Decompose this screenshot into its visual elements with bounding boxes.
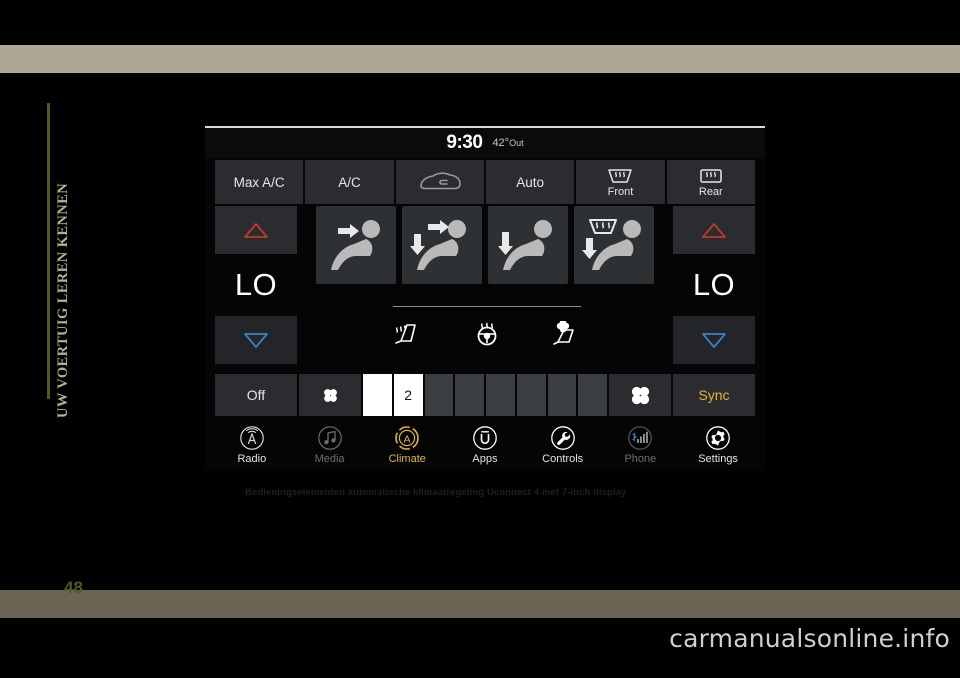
nav-label-media: Media xyxy=(314,453,345,465)
side-tab: UW VOERTUIG LEREN KENNEN xyxy=(52,118,76,418)
fan-bar-8[interactable] xyxy=(578,374,607,416)
uconnect-screen: 9:30 42°Out Max A/C A/C Auto Front Rear … xyxy=(205,126,765,471)
left-temperature-column: LO xyxy=(215,206,297,392)
nav-label-radio: Radio xyxy=(237,453,267,465)
nav-item-radio[interactable]: Radio xyxy=(219,425,285,465)
figure-caption: Bedieningselementen automatische klimaat… xyxy=(245,487,627,498)
fan-increase-button[interactable] xyxy=(609,374,671,416)
left-temp-value: LO xyxy=(234,267,278,302)
seat-face-floor-vent-icon xyxy=(410,220,466,270)
fan-level-bars[interactable]: 2 xyxy=(363,374,607,416)
comfort-divider xyxy=(393,306,581,307)
outside-temp-value: 42° xyxy=(492,137,510,149)
mode-face-button[interactable] xyxy=(316,206,396,284)
nav-label-phone: Phone xyxy=(624,453,657,465)
svg-text:A: A xyxy=(404,433,411,445)
bluetooth-signal-icon xyxy=(628,426,653,450)
right-temperature-column: LO xyxy=(673,206,755,392)
clock: 9:30 xyxy=(446,132,483,153)
heated-seat-icon[interactable] xyxy=(393,321,423,347)
fan-bar-2[interactable]: 2 xyxy=(393,374,423,416)
nav-label-climate: Climate xyxy=(388,453,426,465)
watermark: carmanualsonline.info xyxy=(669,624,950,653)
nav-item-apps[interactable]: Apps xyxy=(452,425,518,465)
gear-icon xyxy=(706,426,730,450)
fan-bar-5[interactable] xyxy=(486,374,515,416)
seat-floor-vent-icon xyxy=(498,220,552,270)
left-temp-down-button[interactable] xyxy=(215,316,297,364)
recirculation-car-icon xyxy=(420,172,461,190)
nav-label-settings: Settings xyxy=(698,453,738,465)
nav-item-settings[interactable]: Settings xyxy=(685,425,751,465)
seat-floor-defrost-icon xyxy=(582,219,641,270)
airflow-mode-row xyxy=(307,206,663,296)
fan-speed-row: Off 2 Sync xyxy=(215,374,755,416)
fan-off-label: Off xyxy=(246,387,266,403)
page-number: 48 xyxy=(64,578,83,597)
left-temp-up-button[interactable] xyxy=(215,206,297,254)
ac-button[interactable]: A/C xyxy=(305,160,394,204)
function-row: Max A/C A/C Auto Front Rear xyxy=(215,160,755,204)
mode-floor-button[interactable] xyxy=(488,206,568,284)
fan-bar-4[interactable] xyxy=(455,374,484,416)
climate-middle-zone: LO LO xyxy=(215,206,755,392)
right-temp-value: LO xyxy=(692,267,736,302)
nav-item-phone[interactable]: Phone xyxy=(607,425,673,465)
fan-small-icon xyxy=(323,388,337,402)
music-note-icon xyxy=(317,426,342,450)
ventilated-seat-icon[interactable] xyxy=(551,321,581,347)
front-defrost-button[interactable]: Front xyxy=(576,160,665,204)
nav-item-climate[interactable]: A Climate xyxy=(374,425,440,465)
recirculation-button[interactable] xyxy=(395,160,484,204)
heated-steering-wheel-icon[interactable] xyxy=(472,321,502,347)
triangle-up-icon xyxy=(244,222,268,238)
fan-bar-3[interactable] xyxy=(424,374,454,416)
top-color-band xyxy=(0,45,960,73)
radio-tower-icon xyxy=(240,426,264,450)
outside-temp-label: Out xyxy=(509,138,524,148)
fan-bar-7[interactable] xyxy=(547,374,577,416)
climate-auto-icon: A xyxy=(395,426,420,450)
front-defrost-label: Front xyxy=(607,185,634,198)
auto-label: Auto xyxy=(516,174,545,190)
nav-label-controls: Controls xyxy=(542,453,584,465)
bottom-color-band xyxy=(0,590,960,618)
side-tab-label: UW VOERTUIG LEREN KENNEN xyxy=(55,182,71,418)
front-defrost-icon xyxy=(608,168,633,183)
triangle-down-icon xyxy=(244,332,268,348)
right-temp-up-button[interactable] xyxy=(673,206,755,254)
fan-large-icon xyxy=(631,386,649,404)
mode-face-floor-button[interactable] xyxy=(402,206,482,284)
fan-decrease-button[interactable] xyxy=(299,374,361,416)
seat-face-vent-icon xyxy=(331,220,380,270)
outside-temperature: 42°Out xyxy=(492,137,523,149)
mode-floor-defrost-button[interactable] xyxy=(574,206,654,284)
triangle-up-icon xyxy=(702,222,726,238)
bottom-navigation: Radio Media A Climate Apps Controls Phon… xyxy=(213,422,757,468)
right-temp-down-button[interactable] xyxy=(673,316,755,364)
sync-label: Sync xyxy=(698,387,730,403)
max-ac-button[interactable]: Max A/C xyxy=(215,160,304,204)
triangle-down-icon xyxy=(702,332,726,348)
max-ac-label: Max A/C xyxy=(233,174,285,190)
rear-defrost-icon xyxy=(700,168,722,183)
auto-button[interactable]: Auto xyxy=(485,160,575,204)
fan-bar-1[interactable] xyxy=(363,374,392,416)
nav-label-apps: Apps xyxy=(472,453,498,465)
ac-label: A/C xyxy=(338,174,361,190)
side-tab-rule xyxy=(47,103,50,399)
nav-item-controls[interactable]: Controls xyxy=(530,425,596,465)
fan-off-button[interactable]: Off xyxy=(215,374,297,416)
fan-bar-6[interactable] xyxy=(516,374,546,416)
wrench-icon xyxy=(550,426,575,450)
rear-defrost-label: Rear xyxy=(698,185,723,198)
rear-defrost-button[interactable]: Rear xyxy=(666,160,755,204)
comfort-row xyxy=(393,312,581,356)
uconnect-apps-icon xyxy=(473,426,497,450)
nav-item-media[interactable]: Media xyxy=(297,425,363,465)
sync-button[interactable]: Sync xyxy=(673,374,755,416)
status-bar: 9:30 42°Out xyxy=(205,128,765,158)
